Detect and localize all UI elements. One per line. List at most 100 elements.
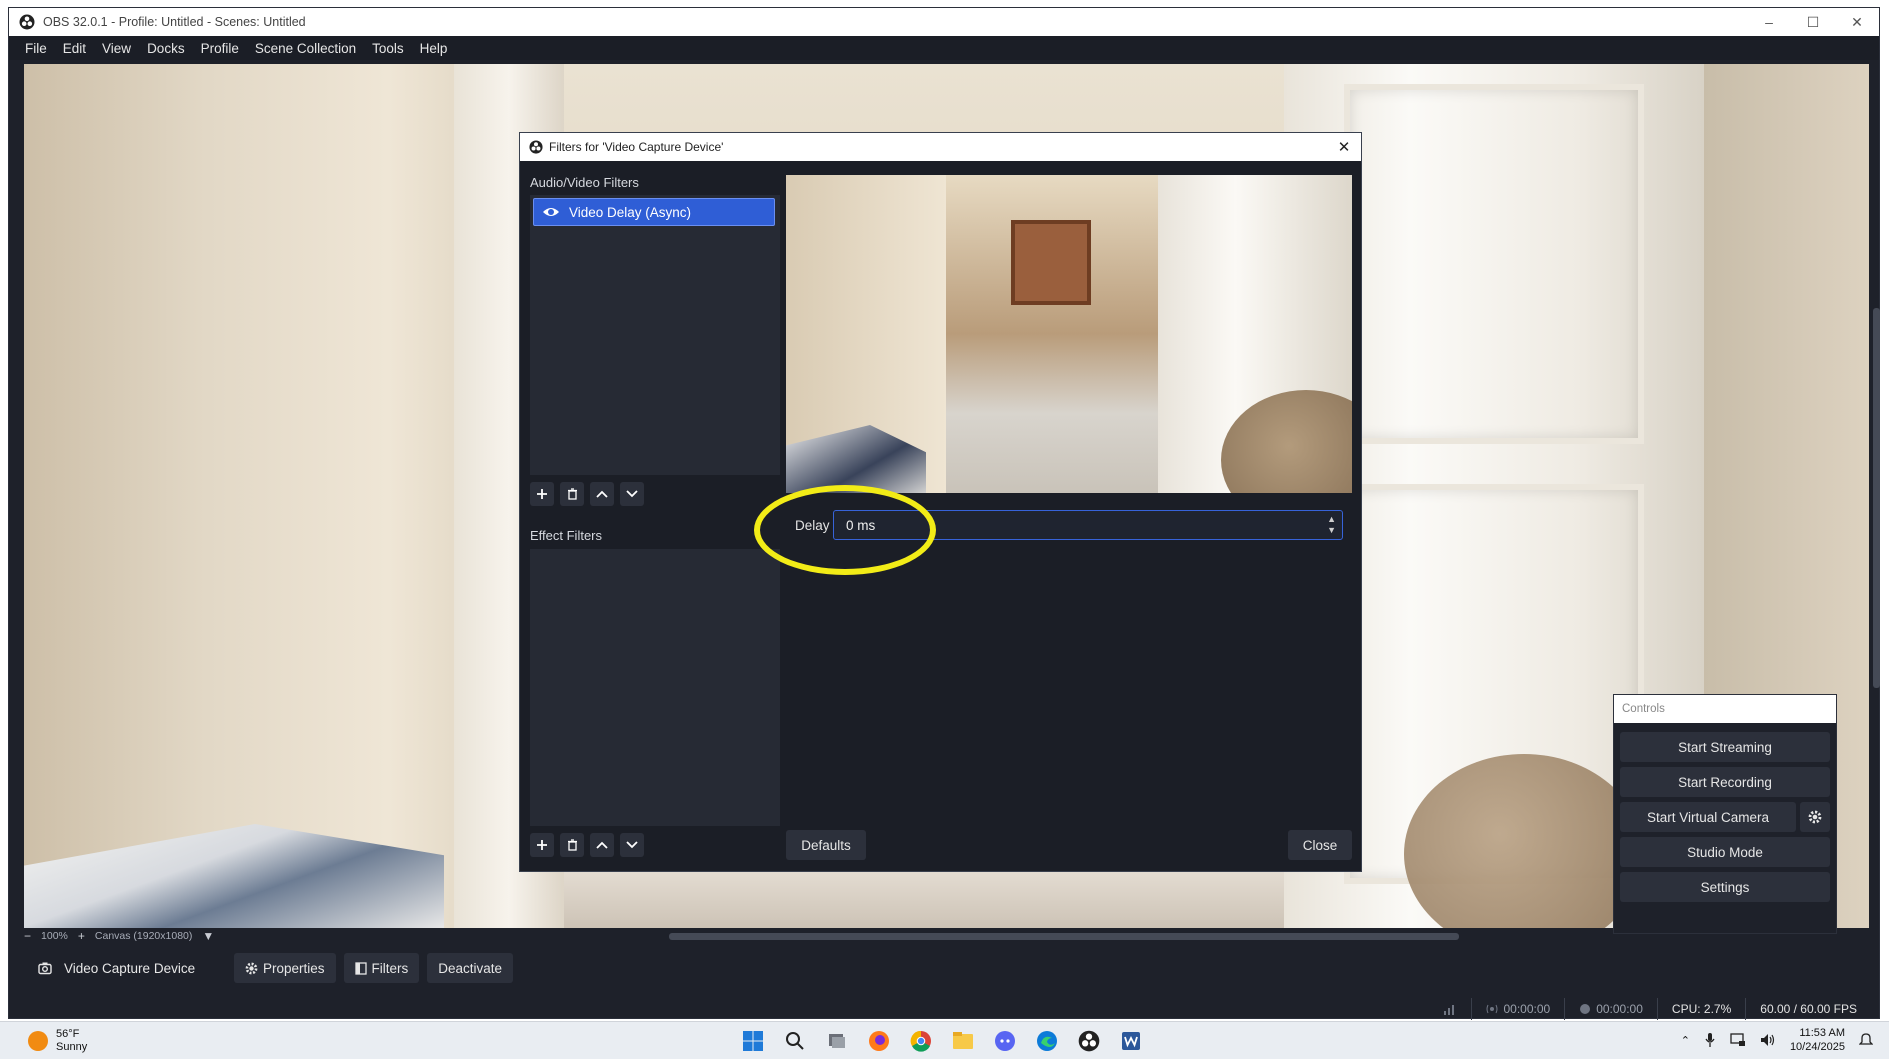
temperature: 56°F — [56, 1028, 80, 1040]
eye-icon[interactable] — [542, 203, 560, 221]
controls-dock-title[interactable]: Controls — [1614, 695, 1836, 723]
preview-vertical-scrollbar[interactable] — [1873, 308, 1880, 688]
menu-tools[interactable]: Tools — [364, 41, 412, 56]
windows-start-icon[interactable] — [740, 1028, 766, 1054]
move-filter-up-button[interactable] — [590, 482, 614, 506]
add-effect-filter-button[interactable] — [530, 833, 554, 857]
filter-icon — [354, 961, 367, 975]
av-filters-toolbar — [530, 482, 644, 506]
dialog-close-icon[interactable]: ✕ — [1333, 137, 1355, 157]
av-filters-label: Audio/Video Filters — [530, 175, 639, 190]
menu-file[interactable]: File — [17, 41, 55, 56]
effect-filters-list[interactable] — [530, 549, 780, 826]
spin-up-icon[interactable]: ▲ — [1327, 514, 1336, 525]
remove-filter-button[interactable] — [560, 482, 584, 506]
chevron-up-icon — [596, 490, 608, 498]
system-tray: ⌃ 11:53 AM 10/24/2025 — [1681, 1026, 1873, 1054]
annotation-highlight-ellipse — [754, 485, 936, 575]
dialog-title: Filters for 'Video Capture Device' — [549, 140, 724, 154]
word-icon[interactable] — [1118, 1028, 1144, 1054]
zoom-dropdown-icon[interactable]: ▼ — [202, 929, 214, 943]
menu-scene-collection[interactable]: Scene Collection — [247, 41, 364, 56]
clock[interactable]: 11:53 AM 10/24/2025 — [1790, 1026, 1845, 1054]
close-button[interactable]: Close — [1288, 830, 1352, 860]
edge-icon[interactable] — [1034, 1028, 1060, 1054]
firefox-icon[interactable] — [866, 1028, 892, 1054]
start-streaming-button[interactable]: Start Streaming — [1620, 732, 1830, 762]
screen: OBS 32.0.1 - Profile: Untitled - Scenes:… — [0, 0, 1889, 1059]
window-title: OBS 32.0.1 - Profile: Untitled - Scenes:… — [43, 15, 306, 29]
record-icon — [1580, 1004, 1591, 1014]
settings-button[interactable]: Settings — [1620, 872, 1830, 902]
deactivate-label: Deactivate — [438, 960, 503, 976]
windows-taskbar: 56°F Sunny ⌃ 11:53 AM 10/24/2025 — [0, 1021, 1889, 1059]
filters-button[interactable]: Filters — [343, 953, 420, 983]
weather-widget[interactable]: 56°F Sunny — [28, 1028, 87, 1054]
status-separator — [1656, 998, 1658, 1020]
minimize-button[interactable]: – — [1747, 8, 1791, 36]
filter-preview-window — [1011, 220, 1091, 305]
trash-icon — [567, 839, 577, 851]
menu-bar: File Edit View Docks Profile Scene Colle… — [9, 36, 1879, 60]
microphone-icon[interactable] — [1704, 1032, 1716, 1048]
status-bar: 00:00:00 00:00:00 CPU: 2.7% 60.00 / 60.0… — [24, 995, 1869, 1023]
deactivate-button[interactable]: Deactivate — [427, 953, 514, 983]
move-effect-filter-up-button[interactable] — [590, 833, 614, 857]
window-titlebar: OBS 32.0.1 - Profile: Untitled - Scenes:… — [9, 8, 1879, 36]
obs-taskbar-icon[interactable] — [1076, 1028, 1102, 1054]
properties-label: Properties — [263, 960, 325, 976]
menu-edit[interactable]: Edit — [55, 41, 94, 56]
delay-spin-arrows[interactable]: ▲ ▼ — [1327, 514, 1336, 536]
preview-horizontal-scrollbar[interactable] — [669, 933, 1459, 940]
obs-logo-icon — [19, 14, 35, 30]
record-time: 00:00:00 — [1596, 1002, 1643, 1016]
network-icon[interactable] — [1730, 1033, 1746, 1047]
window-controls: – ☐ ✕ — [1747, 8, 1879, 36]
cpu-usage: CPU: 2.7% — [1671, 1002, 1732, 1016]
menu-docks[interactable]: Docks — [139, 41, 193, 56]
properties-button[interactable]: Properties — [234, 953, 336, 983]
chrome-icon[interactable] — [908, 1028, 934, 1054]
studio-mode-button[interactable]: Studio Mode — [1620, 837, 1830, 867]
chevron-up-icon[interactable]: ⌃ — [1681, 1034, 1690, 1047]
camera-icon — [38, 962, 52, 975]
zoom-out-button[interactable]: − — [24, 929, 31, 943]
plus-icon — [537, 840, 547, 850]
remove-effect-filter-button[interactable] — [560, 833, 584, 857]
filters-dialog: Filters for 'Video Capture Device' ✕ Aud… — [519, 132, 1362, 872]
selected-source-name: Video Capture Device — [64, 960, 196, 976]
zoom-in-button[interactable]: + — [78, 929, 85, 943]
canvas-size: Canvas (1920x1080) — [94, 930, 193, 942]
notification-icon[interactable] — [1859, 1032, 1873, 1048]
search-icon[interactable] — [782, 1028, 808, 1054]
virtual-camera-settings-button[interactable] — [1800, 802, 1830, 832]
menu-help[interactable]: Help — [412, 41, 456, 56]
move-filter-down-button[interactable] — [620, 482, 644, 506]
preview-door-panel-upper — [1344, 84, 1644, 444]
av-filters-list[interactable]: Video Delay (Async) — [530, 195, 780, 475]
stream-time: 00:00:00 — [1503, 1002, 1551, 1016]
defaults-button[interactable]: Defaults — [786, 830, 866, 860]
add-filter-button[interactable] — [530, 482, 554, 506]
close-window-button[interactable]: ✕ — [1835, 8, 1879, 36]
effect-filters-toolbar — [530, 833, 644, 857]
menu-profile[interactable]: Profile — [193, 41, 247, 56]
plus-icon — [537, 489, 547, 499]
move-effect-filter-down-button[interactable] — [620, 833, 644, 857]
file-explorer-icon[interactable] — [950, 1028, 976, 1054]
chevron-up-icon — [596, 841, 608, 849]
zoom-level: 100% — [41, 930, 68, 942]
discord-icon[interactable] — [992, 1028, 1018, 1054]
source-toolbar: Video Capture Device Properties Filters … — [24, 948, 1869, 988]
fps-readout: 60.00 / 60.00 FPS — [1760, 1002, 1857, 1016]
task-view-icon[interactable] — [824, 1028, 850, 1054]
filter-item-video-delay[interactable]: Video Delay (Async) — [533, 198, 775, 226]
chevron-down-icon — [626, 490, 638, 498]
spin-down-icon[interactable]: ▼ — [1327, 525, 1336, 536]
start-virtual-camera-button[interactable]: Start Virtual Camera — [1620, 802, 1796, 832]
volume-icon[interactable] — [1760, 1033, 1776, 1047]
maximize-button[interactable]: ☐ — [1791, 8, 1835, 36]
start-recording-button[interactable]: Start Recording — [1620, 767, 1830, 797]
filter-item-label: Video Delay (Async) — [569, 204, 692, 220]
menu-view[interactable]: View — [94, 41, 139, 56]
